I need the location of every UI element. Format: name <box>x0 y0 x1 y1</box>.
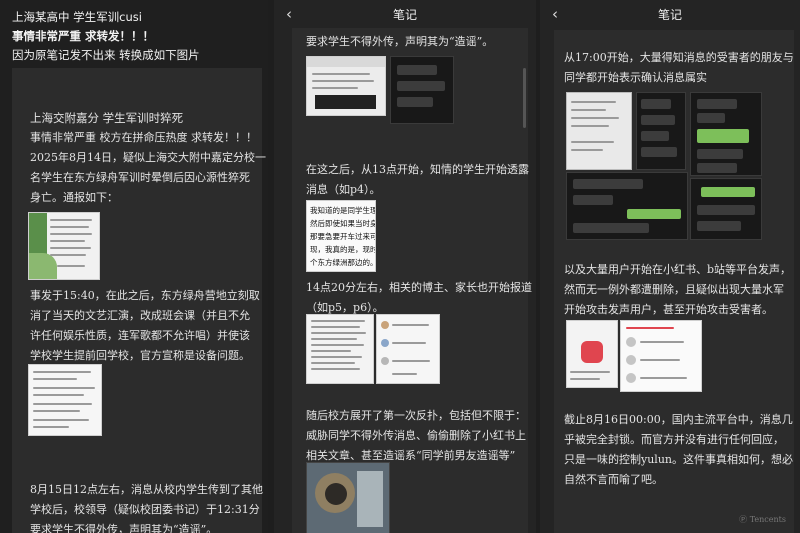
card-line: 事情非常严重 校方在拼命压热度 求转发！！！ <box>30 131 257 144</box>
chat-screenshot-thumb[interactable] <box>390 56 454 124</box>
note-line: 消息（如p4）。 <box>306 183 381 196</box>
note-line: 随后校方展开了第一次反扑，包括但不限于： <box>306 409 526 422</box>
page-title: 笔记 <box>392 8 417 22</box>
note-line: 乎被完全封锁。而官方并没有进行任何回应， <box>564 433 784 446</box>
post-screenshot-thumb[interactable] <box>306 314 374 384</box>
card-line: 身亡。通报如下： <box>30 191 118 204</box>
note-line: 在这之后，从13点开始，知情的学生开始透露 <box>306 163 529 176</box>
card-line: 学校学生提前回学校，官方宣称是设备问题。 <box>30 349 250 362</box>
card-line: 2025年8月14日，疑似上海交大附中嘉定分校一 <box>30 151 266 164</box>
page-title: 笔记 <box>657 8 682 22</box>
note-line: 开始攻击发声用户，甚至开始攻击受害者。 <box>564 303 773 316</box>
scrollbar-thumb[interactable] <box>523 68 526 128</box>
chat-screenshot-thumb[interactable] <box>690 92 762 176</box>
app-screenshot-thumb[interactable] <box>566 320 618 388</box>
crop-line: 然后即使如果当时身边 <box>310 219 375 228</box>
note-line: 然而无一例外都遭删除，且疑似出现大量水军 <box>564 283 784 296</box>
card-line: 名学生在东方绿舟军训时晕倒后因心源性猝死 <box>30 171 250 184</box>
chat-screenshot-thumb[interactable] <box>566 92 632 170</box>
top-bar: ‹ 笔记 <box>540 0 800 28</box>
note-line: 同学都开始表示确认消息属实 <box>564 71 707 84</box>
top-bar: ‹ 笔记 <box>274 0 536 28</box>
watermark: Ⓟ Tencents <box>739 515 786 524</box>
crop-line: 那要急要开车过来可能 <box>310 232 375 241</box>
chat-screenshot-thumb[interactable] <box>306 56 386 116</box>
note-image-card[interactable]: 从17:00开始，大量得知消息的受害者的朋友与 同学都开始表示确认消息属实 以及… <box>554 30 794 533</box>
card-line: 消了当天的文艺汇演，改成班会课（并且不允 <box>30 309 250 322</box>
note-line: 自然不言而喻了吧。 <box>564 473 663 486</box>
crop-line: 个东方绿洲那边的。 <box>310 258 376 267</box>
chat-screenshot-thumb[interactable] <box>566 172 688 240</box>
note-line: 14点20分左右，相关的博主、家长也开始报道 <box>306 281 532 294</box>
chat-screenshot-thumb[interactable] <box>636 92 686 170</box>
note-line: 威胁同学不得外传消息、偷偷删除了小红书上 <box>306 429 526 442</box>
card-line: 要求学生不得外传，声明其为“造谣”。 <box>30 523 218 533</box>
cropped-message-thumb[interactable]: 我知道的是同学生理 然后即使如果当时身边 那要急要开车过来可能 现，我真的是，现… <box>306 200 376 272</box>
card-line: 学校后，校领导（疑似校团委书记）于12:31分 <box>30 503 260 516</box>
chat-screenshot-thumb[interactable] <box>28 364 102 436</box>
post-image-card[interactable]: 上海交附嘉分 学生军训时猝死 事情非常严重 校方在拼命压热度 求转发！！！ 20… <box>12 68 266 533</box>
photo-thumb[interactable] <box>306 462 390 533</box>
notice-screenshot-thumb[interactable] <box>28 212 100 280</box>
card-line: 8月15日12点左右，消息从校内学生传到了其他 <box>30 483 263 496</box>
note-line: 只是一味的控制yulun。这件事真相如何，想必 <box>564 453 793 466</box>
post-subtitle: 事情非常严重 求转发！！！ <box>12 29 155 43</box>
card-line: 许任何娱乐性质，连军歌都不允许唱）并使该 <box>30 329 250 342</box>
post-title: 上海某高中 学生军训cusi <box>12 10 142 24</box>
post-header: 上海某高中 学生军训cusi 事情非常严重 求转发！！！ 因为原笔记发不出来 转… <box>0 0 268 65</box>
post-panel-left: 上海某高中 学生军训cusi 事情非常严重 求转发！！！ 因为原笔记发不出来 转… <box>0 0 268 533</box>
card-line: 事发于15:40，在此之后，东方绿舟营地立刻取 <box>30 289 260 302</box>
note-image-card[interactable]: 要求学生不得外传，声明其为“造谣”。 在这之后，从13点开始，知情的学生开始透露… <box>292 28 532 533</box>
note-line: 以及大量用户开始在小红书、b站等平台发声， <box>564 263 792 276</box>
note-line: 从17:00开始，大量得知消息的受害者的朋友与 <box>564 51 794 64</box>
note-panel-right: ‹ 笔记 从17:00开始，大量得知消息的受害者的朋友与 同学都开始表示确认消息… <box>540 0 800 533</box>
note-panel-middle: ‹ 笔记 要求学生不得外传，声明其为“造谣”。 在这之后，从13点开始，知情的学… <box>274 0 536 533</box>
crop-line: 我知道的是同学生理 <box>310 206 376 215</box>
chat-screenshot-thumb[interactable] <box>690 178 762 240</box>
note-line: 要求学生不得外传，声明其为“造谣”。 <box>306 35 494 48</box>
card-heading: 上海交附嘉分 学生军训时猝死 <box>30 111 184 125</box>
post-note: 因为原笔记发不出来 转换成如下图片 <box>12 48 200 62</box>
post-list-screenshot-thumb[interactable] <box>620 320 702 392</box>
comment-screenshot-thumb[interactable] <box>376 314 440 384</box>
note-line: 截止8月16日00:00，国内主流平台中，消息几 <box>564 413 793 426</box>
crop-line: 现，我真的是，现时 <box>310 245 376 254</box>
